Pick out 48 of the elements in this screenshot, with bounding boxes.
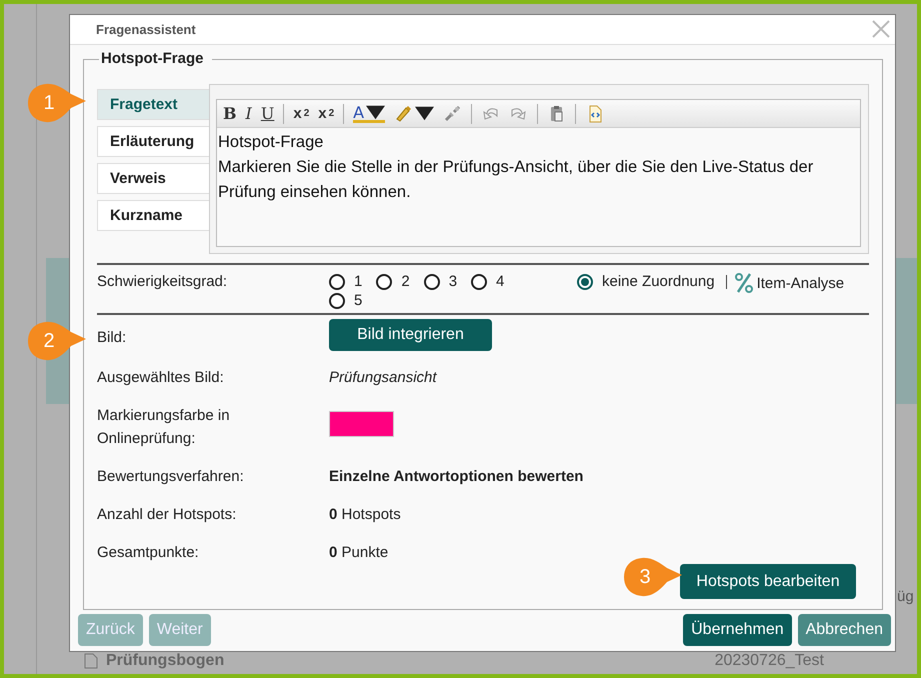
close-icon[interactable] [871,19,891,39]
background-text: üg [897,588,914,605]
toolbar-button[interactable]: B [223,102,237,124]
field-label: Anzahl der Hotspots: [97,506,236,523]
radio-option[interactable]: keine Zuordnung [577,273,715,290]
radio-option[interactable]: 2 [376,273,410,290]
background-text: 20230726_Test [714,652,824,670]
caret-icon [366,102,386,122]
field-value: 0 Hotspots [329,506,401,523]
item-analysis-link[interactable]: Item-Analyse [734,273,844,293]
field-label: Markierungsfarbe in Onlineprüfung: [97,407,230,447]
color-swatch[interactable] [329,411,394,437]
tab[interactable]: Fragetext [97,89,209,120]
field-label: Ausgewähltes Bild: [97,369,224,386]
unlink-icon [443,104,462,123]
edit-hotspots-button[interactable]: Hotspots bearbeiten [680,564,856,599]
radio-option[interactable]: 5 [329,292,362,309]
integrate-image-button[interactable]: Bild integrieren [329,319,492,351]
field-label: Schwierigkeitsgrad: [97,273,228,290]
editor-text: Hotspot-Frage [218,132,324,153]
toolbar-button[interactable]: A [353,104,386,122]
toolbar-button[interactable]: U [260,102,274,124]
toolbar-button[interactable]: x$^{2}$ [318,102,334,124]
radio-option[interactable]: 4 [471,273,504,290]
dialog-button[interactable]: Abbrechen [798,614,891,646]
highlighter-icon [394,104,414,123]
callout-marker: 1 [26,83,88,123]
field-label: Bild: [97,329,126,346]
callout-marker: 2 [26,321,88,361]
toolbar-button[interactable]: I [246,102,252,124]
field-label: Gesamtpunkte: [97,544,199,561]
field-value: 0 Punkte [329,544,388,561]
field-value: Einzelne Antwortoptionen bewerten [329,468,584,485]
radio-option[interactable]: 1 [329,273,362,290]
section-title: Hotspot-Frage [99,50,212,67]
percent-icon [734,273,753,293]
tab[interactable]: Erläuterung [97,126,209,157]
editor-text: Markieren Sie die Stelle in der Prüfungs-Ansicht, über die Sie den Live-Status der Prüfung einsehen können. [218,157,814,203]
radio-option[interactable]: 3 [424,273,458,290]
caret-icon [415,104,434,123]
dialog-button[interactable]: Übernehmen [683,614,792,646]
field-value: Prüfungsansicht [329,369,437,386]
field-label: Bewertungsverfahren: [97,468,244,485]
callout-marker: 3 [622,557,684,597]
dialog-title: Fragenassistent [96,22,196,37]
background-text: Prüfungsbogen [106,652,224,670]
tab[interactable]: Verweis [97,163,209,194]
tab[interactable]: Kurzname [97,200,209,231]
